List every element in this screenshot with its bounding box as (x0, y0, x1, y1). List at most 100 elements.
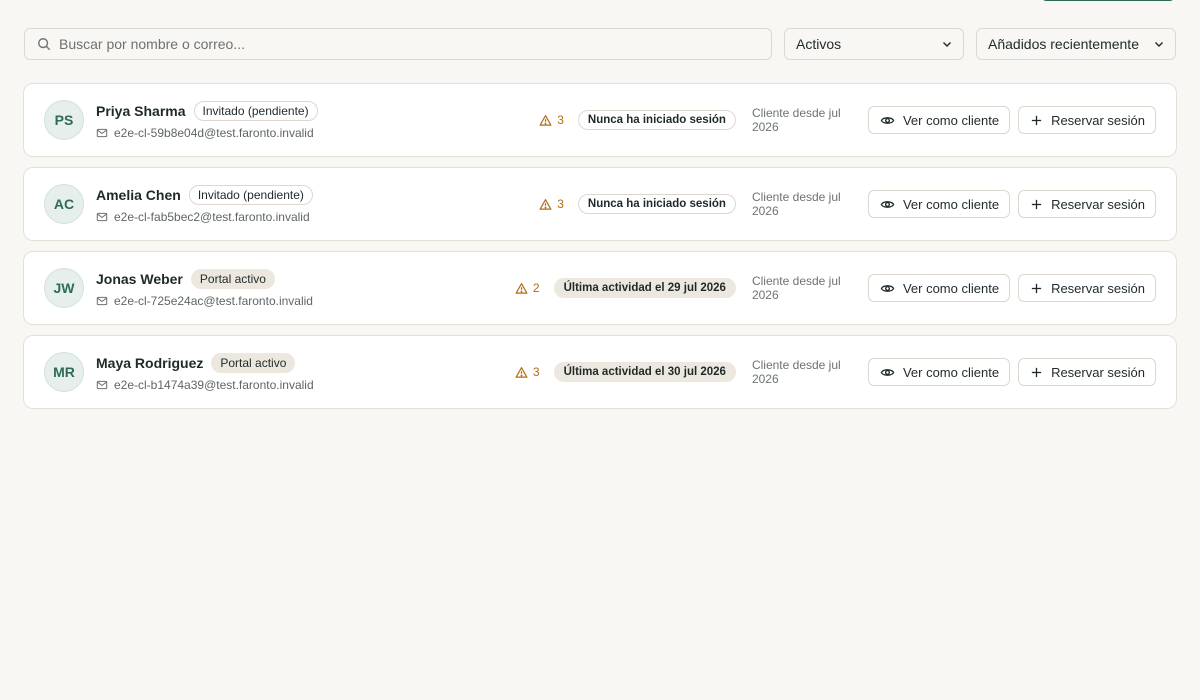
client-since: Cliente desde jul 2026 (751, 190, 841, 218)
avatar: PS (44, 100, 84, 140)
portal-status-badge: Portal activo (190, 268, 275, 289)
client-since: Cliente desde jul 2026 (751, 358, 841, 386)
client-email-row: e2e-cl-725e24ac@test.faronto.invalid (96, 294, 515, 308)
client-info: Priya Sharma Invitado (pendiente) e2e-cl… (96, 100, 539, 140)
client-card[interactable]: AC Amelia Chen Invitado (pendiente) e2e-… (23, 167, 1177, 241)
client-since: Cliente desde jul 2026 (751, 274, 841, 302)
portal-status-badge: Portal activo (211, 352, 296, 373)
portal-status-badge: Invitado (pendiente) (188, 184, 313, 205)
book-session-label: Reservar sesión (1051, 280, 1145, 296)
avatar-initials: JW (53, 280, 75, 296)
client-name-row: Amelia Chen Invitado (pendiente) (96, 184, 539, 205)
client-email: e2e-cl-725e24ac@test.faronto.invalid (114, 293, 313, 308)
mail-icon (96, 380, 108, 389)
client-name-row: Maya Rodriguez Portal activo (96, 352, 515, 373)
warning-count-value: 3 (557, 113, 564, 127)
warning-icon (515, 366, 528, 378)
search-box[interactable] (24, 28, 772, 60)
avatar: AC (44, 184, 84, 224)
client-email-row: e2e-cl-b1474a39@test.faronto.invalid (96, 378, 515, 392)
warning-icon (515, 282, 528, 294)
eye-icon (880, 200, 895, 208)
sort-select[interactable]: Añadidos recientemente (976, 28, 1176, 60)
activity-badge: Última actividad el 29 jul 2026 (553, 278, 736, 298)
activity-badge: Nunca ha iniciado sesión (577, 110, 736, 130)
activity-badge: Última actividad el 30 jul 2026 (553, 362, 736, 382)
client-since: Cliente desde jul 2026 (751, 106, 841, 134)
warning-count: 2 (515, 281, 540, 295)
client-name[interactable]: Amelia Chen (96, 187, 181, 203)
client-email: e2e-cl-59b8e04d@test.faronto.invalid (114, 125, 314, 140)
eye-icon (880, 116, 895, 124)
book-session-button[interactable]: Reservar sesión (1018, 358, 1156, 386)
search-icon (38, 38, 51, 51)
plus-icon (1031, 283, 1042, 293)
client-meta: 3 Nunca ha iniciado sesión Cliente desde… (539, 190, 1156, 218)
view-as-client-label: Ver como cliente (902, 364, 1000, 380)
plus-icon (1031, 199, 1042, 209)
mail-icon (96, 296, 108, 305)
avatar: MR (44, 352, 84, 392)
view-as-client-label: Ver como cliente (902, 280, 1000, 296)
eye-icon (880, 284, 895, 292)
activity-badge: Nunca ha iniciado sesión (577, 194, 736, 214)
view-as-client-label: Ver como cliente (902, 196, 1000, 212)
portal-status-badge: Invitado (pendiente) (193, 100, 318, 121)
status-filter-value: Activos (796, 36, 842, 52)
status-filter-select[interactable]: Activos (784, 28, 964, 60)
warning-count-value: 3 (532, 365, 540, 379)
plus-icon (1031, 115, 1042, 125)
avatar: JW (44, 268, 84, 308)
avatar-initials: PS (54, 112, 74, 128)
client-name-row: Jonas Weber Portal activo (96, 268, 515, 289)
client-name[interactable]: Priya Sharma (96, 103, 186, 119)
view-as-client-button[interactable]: Ver como cliente (867, 106, 1011, 134)
client-info: Amelia Chen Invitado (pendiente) e2e-cl-… (96, 184, 539, 224)
client-card[interactable]: MR Maya Rodriguez Portal activo e2e-cl-b… (23, 335, 1177, 409)
avatar-initials: AC (53, 196, 75, 212)
view-as-client-button[interactable]: Ver como cliente (867, 358, 1011, 386)
client-name[interactable]: Maya Rodriguez (96, 355, 203, 371)
plus-icon (1031, 367, 1042, 377)
client-card[interactable]: JW Jonas Weber Portal activo e2e-cl-725e… (23, 251, 1177, 325)
warning-count: 3 (539, 197, 564, 211)
client-name[interactable]: Jonas Weber (96, 271, 183, 287)
mail-icon (96, 128, 108, 137)
client-meta: 2 Última actividad el 29 jul 2026 Client… (515, 274, 1156, 302)
warning-count: 3 (539, 113, 564, 127)
primary-action-button-edge[interactable] (1042, 0, 1174, 1)
mail-icon (96, 212, 108, 221)
view-as-client-button[interactable]: Ver como cliente (867, 274, 1011, 302)
client-info: Jonas Weber Portal activo e2e-cl-725e24a… (96, 268, 515, 308)
book-session-button[interactable]: Reservar sesión (1018, 106, 1156, 134)
book-session-button[interactable]: Reservar sesión (1018, 274, 1156, 302)
warning-icon (539, 198, 552, 210)
view-as-client-label: Ver como cliente (902, 112, 1000, 128)
client-name-row: Priya Sharma Invitado (pendiente) (96, 100, 539, 121)
search-input[interactable] (59, 36, 759, 52)
warning-icon (539, 114, 552, 126)
client-email: e2e-cl-fab5bec2@test.faronto.invalid (114, 209, 310, 224)
warning-count-value: 2 (532, 281, 540, 295)
chevron-down-icon (943, 42, 951, 47)
client-meta: 3 Última actividad el 30 jul 2026 Client… (515, 358, 1156, 386)
book-session-label: Reservar sesión (1051, 364, 1145, 380)
client-meta: 3 Nunca ha iniciado sesión Cliente desde… (539, 106, 1156, 134)
client-email-row: e2e-cl-59b8e04d@test.faronto.invalid (96, 126, 539, 140)
chevron-down-icon (1155, 42, 1163, 47)
book-session-label: Reservar sesión (1051, 196, 1145, 212)
sort-value: Añadidos recientemente (988, 36, 1139, 52)
book-session-button[interactable]: Reservar sesión (1018, 190, 1156, 218)
avatar-initials: MR (53, 364, 75, 380)
warning-count-value: 3 (557, 197, 564, 211)
client-info: Maya Rodriguez Portal activo e2e-cl-b147… (96, 352, 515, 392)
warning-count: 3 (515, 365, 540, 379)
book-session-label: Reservar sesión (1051, 112, 1145, 128)
filter-bar: Activos Añadidos recientemente (24, 28, 1176, 60)
eye-icon (880, 368, 895, 376)
view-as-client-button[interactable]: Ver como cliente (867, 190, 1011, 218)
client-card[interactable]: PS Priya Sharma Invitado (pendiente) e2e… (23, 83, 1177, 157)
client-list: PS Priya Sharma Invitado (pendiente) e2e… (23, 83, 1177, 419)
client-email: e2e-cl-b1474a39@test.faronto.invalid (114, 377, 314, 392)
client-email-row: e2e-cl-fab5bec2@test.faronto.invalid (96, 210, 539, 224)
